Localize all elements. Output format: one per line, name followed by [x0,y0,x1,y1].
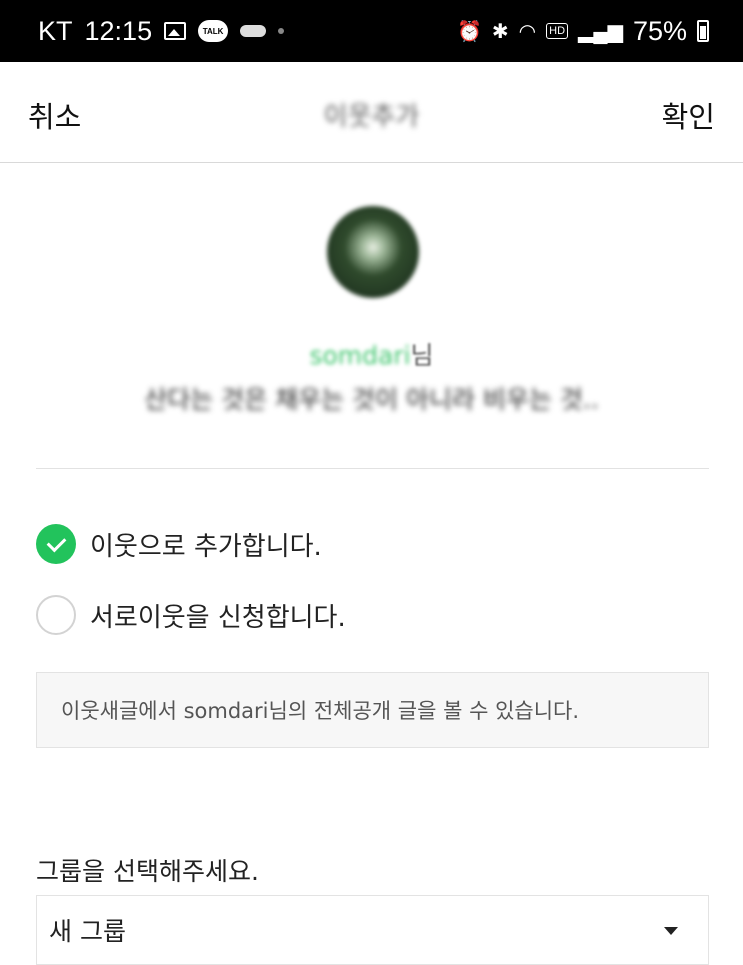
mutual-neighbor-label: 서로이웃을 신청합니다. [90,602,346,633]
group-select[interactable]: 새 그룹 [36,895,709,965]
status-bar: KT 12:15 TALK ⏰ ✱ ◠ HD ▂▄▆ 75% [0,0,743,62]
mutual-neighbor-option[interactable]: 서로이웃을 신청합니다. [36,595,346,635]
add-neighbor-option[interactable]: 이웃으로 추가합니다. [36,524,322,564]
cloud-icon [240,25,267,37]
nickname-text: somdari [309,341,411,370]
chevron-down-icon [664,927,678,935]
hd-voice-icon: HD [546,23,569,39]
battery-percent: 75% [632,15,687,46]
info-box: 이웃새글에서 somdari님의 전체공개 글을 볼 수 있습니다. [36,672,709,748]
wifi-icon: ◠ [518,20,537,43]
divider [36,468,709,469]
radio-unchecked-icon[interactable] [36,595,76,635]
kakaotalk-icon: TALK [198,20,229,42]
nickname-suffix: 님 [410,341,434,370]
battery-icon [697,20,709,42]
info-text: 이웃새글에서 somdari님의 전체공개 글을 볼 수 있습니다. [61,699,580,723]
group-select-value: 새 그룹 [49,917,126,946]
confirm-button[interactable]: 확인 [662,94,715,136]
radio-checked-icon[interactable] [36,524,76,564]
carrier-label: KT [38,15,73,46]
group-select-label: 그룹을 선택해주세요. [36,857,259,886]
gallery-icon [164,22,187,40]
avatar [327,206,419,298]
notification-dot-icon [278,28,285,34]
alarm-icon: ⏰ [457,20,482,43]
profile-nickname: somdari님 [0,336,743,372]
bluetooth-icon: ✱ [491,20,509,43]
page-title: 이웃추가 [323,102,420,132]
clock: 12:15 [84,15,153,46]
header-bar: 취소 이웃추가 확인 [0,62,743,163]
signal-icon: ▂▄▆ [578,20,623,43]
profile-bio: 산다는 것은 채우는 것이 아니라 비우는 것.. [144,385,599,414]
add-neighbor-label: 이웃으로 추가합니다. [90,531,322,562]
